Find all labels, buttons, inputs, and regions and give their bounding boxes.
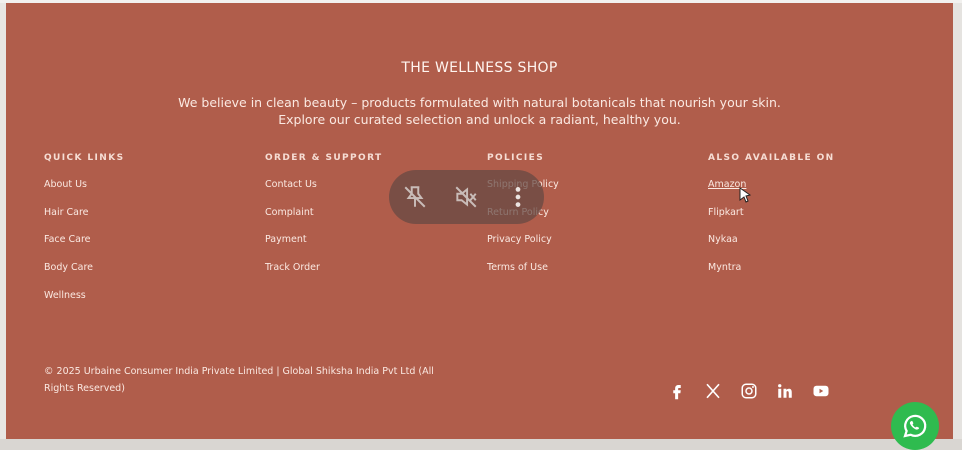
quick-links-column: QUICK LINKS About Us Hair Care Face Care… bbox=[44, 153, 244, 317]
also-available-heading: ALSO AVAILABLE ON bbox=[708, 153, 835, 163]
also-available-column: ALSO AVAILABLE ON Amazon Flipkart Nykaa … bbox=[708, 153, 908, 290]
link-nykaa[interactable]: Nykaa bbox=[708, 234, 738, 245]
link-about-us[interactable]: About Us bbox=[44, 179, 87, 190]
link-contact-us[interactable]: Contact Us bbox=[265, 179, 317, 190]
facebook-icon[interactable] bbox=[667, 381, 687, 401]
whatsapp-chat-button[interactable] bbox=[891, 402, 939, 450]
more-vertical-icon[interactable] bbox=[503, 182, 533, 212]
youtube-icon[interactable] bbox=[811, 381, 831, 401]
x-icon[interactable] bbox=[703, 381, 723, 401]
link-hair-care[interactable]: Hair Care bbox=[44, 207, 89, 218]
copyright-text: © 2025 Urbaine Consumer India Private Li… bbox=[44, 366, 434, 394]
link-payment[interactable]: Payment bbox=[265, 234, 307, 245]
page-backdrop-right bbox=[952, 0, 962, 439]
social-links bbox=[667, 381, 831, 401]
linkedin-icon[interactable] bbox=[775, 381, 795, 401]
policies-heading: POLICIES bbox=[487, 153, 545, 163]
link-terms-of-use[interactable]: Terms of Use bbox=[487, 262, 548, 273]
link-face-care[interactable]: Face Care bbox=[44, 234, 91, 245]
mouse-pointer-icon bbox=[739, 187, 751, 203]
whatsapp-icon bbox=[903, 414, 927, 438]
link-track-order[interactable]: Track Order bbox=[265, 262, 320, 273]
footer-tagline: We believe in clean beauty – products fo… bbox=[6, 94, 953, 128]
link-complaint[interactable]: Complaint bbox=[265, 207, 314, 218]
instagram-icon[interactable] bbox=[739, 381, 759, 401]
quick-links-heading: QUICK LINKS bbox=[44, 153, 125, 163]
link-myntra[interactable]: Myntra bbox=[708, 262, 741, 273]
unpin-icon[interactable] bbox=[400, 182, 430, 212]
link-privacy-policy[interactable]: Privacy Policy bbox=[487, 234, 552, 245]
mute-icon[interactable] bbox=[451, 182, 481, 212]
order-support-heading: ORDER & SUPPORT bbox=[265, 153, 383, 163]
tagline-line-2: Explore our curated selection and unlock… bbox=[278, 112, 681, 127]
footer-brand-title: THE WELLNESS SHOP bbox=[401, 60, 558, 76]
link-body-care[interactable]: Body Care bbox=[44, 262, 93, 273]
tagline-line-1: We believe in clean beauty – products fo… bbox=[178, 95, 781, 110]
link-flipkart[interactable]: Flipkart bbox=[708, 207, 744, 218]
link-wellness[interactable]: Wellness bbox=[44, 290, 86, 301]
video-controls-overlay bbox=[389, 170, 544, 224]
